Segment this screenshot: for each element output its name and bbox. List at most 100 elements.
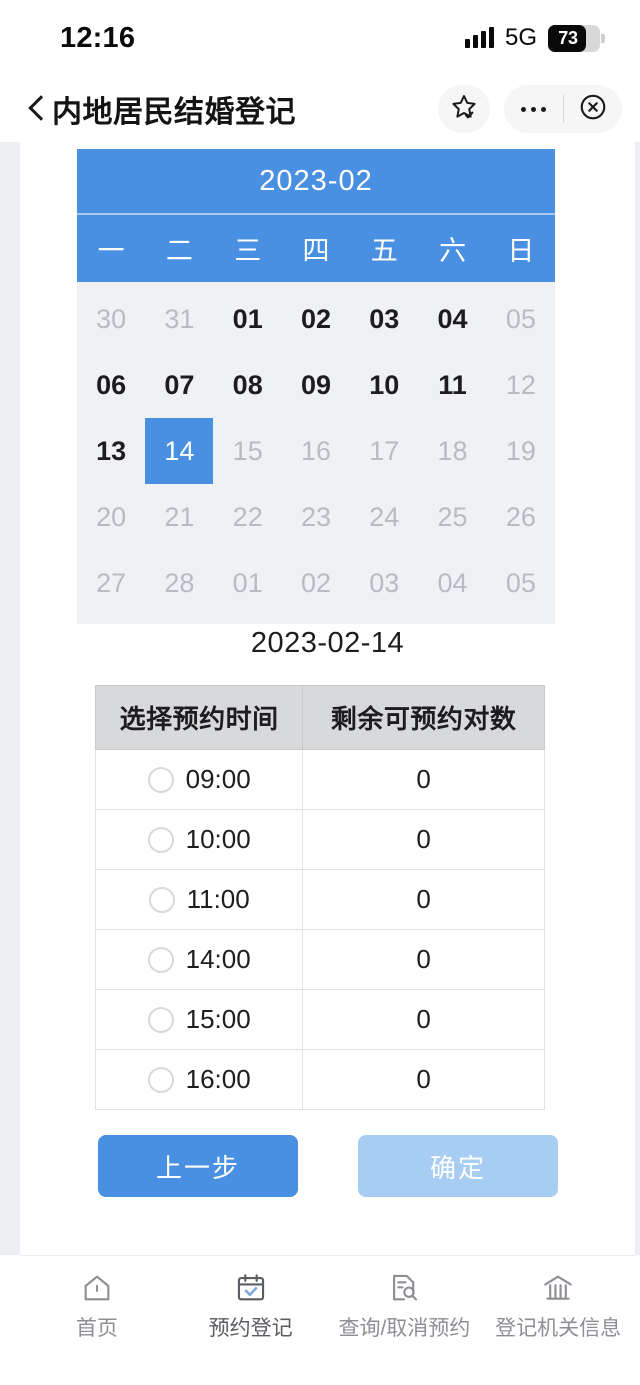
calendar-day-label: 03 (369, 303, 400, 334)
table-row[interactable]: 10:00 0 (94, 809, 545, 870)
table-row[interactable]: 09:00 0 (94, 749, 545, 810)
calendar-day-22: 22 (214, 484, 282, 550)
more-button[interactable] (504, 85, 563, 133)
calendar-week-row: 30 31 01 02 03 04 05 (77, 286, 555, 352)
calendar-day-01: 01 (214, 550, 282, 616)
confirm-button[interactable]: 确定 (358, 1135, 558, 1197)
calendar-day-01[interactable]: 01 (214, 286, 282, 352)
calendar-day-label: 27 (96, 567, 127, 598)
calendar-week-row: 27 28 01 02 03 04 05 (77, 550, 555, 616)
battery-icon: 73 (548, 24, 605, 52)
calendar-day-label: 13 (96, 435, 127, 466)
calendar-day-05: 05 (487, 550, 555, 616)
weekday-tue: 二 (165, 236, 193, 266)
weekday-wed: 三 (234, 236, 262, 266)
calendar-day-07[interactable]: 07 (145, 352, 213, 418)
radio-button-icon[interactable] (147, 826, 174, 853)
table-header-row: 选择预约时间 剩余可预约对数 (94, 685, 545, 750)
radio-button-icon[interactable] (148, 886, 175, 913)
time-slot-cell[interactable]: 14:00 (94, 929, 304, 990)
weekday-sun: 日 (507, 236, 535, 266)
time-slot-cell[interactable]: 09:00 (94, 749, 304, 810)
calendar-day-label: 17 (369, 435, 400, 466)
radio-button-icon[interactable] (147, 766, 174, 793)
tab-institution[interactable]: 登记机关信息 (481, 1270, 635, 1342)
calendar-weekday-header: 一 二 三 四 五 六 日 (77, 215, 555, 282)
time-slot-cell[interactable]: 10:00 (94, 809, 304, 870)
calendar-day-label: 16 (300, 435, 332, 466)
calendar-week-row: 20 21 22 23 24 25 26 (77, 484, 555, 550)
back-chevron-icon[interactable] (24, 92, 50, 126)
right-edge-strip (635, 142, 640, 1255)
calendar-day-02[interactable]: 02 (282, 286, 350, 352)
calendar-day-label: 19 (505, 435, 536, 466)
calendar-day-label: 18 (437, 435, 468, 466)
calendar-day-label: 04 (437, 303, 468, 334)
calendar-week-row: 13 14 15 16 17 18 19 (77, 418, 555, 484)
status-time: 12:16 (60, 21, 136, 54)
nav-more-close-group (504, 85, 622, 133)
page-content: 2023-02 一 二 三 四 五 六 日 30 31 01 02 03 04 05 06 07… (20, 142, 635, 1255)
tab-calendar-check[interactable]: 预约登记 (174, 1270, 328, 1342)
weekday-sat: 六 (439, 236, 467, 266)
calendar-month-title: 2023-02 (77, 149, 555, 215)
calendar-day-25: 25 (418, 484, 486, 550)
calendar-day-label: 02 (300, 567, 332, 598)
calendar-day-14[interactable]: 14 (145, 418, 213, 484)
favorite-button[interactable] (438, 85, 490, 133)
calendar-day-04[interactable]: 04 (418, 286, 486, 352)
calendar-day-13[interactable]: 13 (77, 418, 145, 484)
close-circle-icon (578, 92, 608, 127)
time-slot-label: 11:00 (186, 884, 250, 914)
time-slot-label: 16:00 (185, 1064, 251, 1094)
calendar-day-label: 14 (164, 435, 195, 466)
time-slot-cell[interactable]: 15:00 (94, 989, 304, 1050)
app-nav-bar: 内地居民结婚登记 (0, 76, 640, 142)
calendar-day-06[interactable]: 06 (77, 352, 145, 418)
radio-button-icon[interactable] (147, 1006, 174, 1033)
close-button[interactable] (563, 85, 622, 133)
previous-step-button[interactable]: 上一步 (98, 1135, 298, 1197)
time-slot-label: 09:00 (185, 764, 251, 794)
calendar-day-27: 27 (77, 550, 145, 616)
calendar-day-08[interactable]: 08 (214, 352, 282, 418)
table-row[interactable]: 16:00 0 (94, 1049, 545, 1110)
document-search-icon (386, 1270, 422, 1306)
time-slot-table: 选择预约时间 剩余可预约对数 09:00 0 10:00 0 11:00 0 14:00 0 1… (94, 685, 545, 1110)
time-slot-label: 14:00 (185, 944, 251, 974)
calendar-day-03[interactable]: 03 (350, 286, 418, 352)
table-row[interactable]: 14:00 0 (94, 929, 545, 990)
tab-label: 登记机关信息 (495, 1317, 622, 1340)
calendar-day-16: 16 (282, 418, 350, 484)
calendar-day-09[interactable]: 09 (282, 352, 350, 418)
time-slot-cell[interactable]: 16:00 (94, 1049, 304, 1110)
calendar-day-15: 15 (214, 418, 282, 484)
table-row[interactable]: 11:00 0 (94, 869, 545, 930)
home-icon (79, 1270, 115, 1306)
time-slot-cell[interactable]: 11:00 (94, 869, 304, 930)
bottom-tab-bar: 首页 预约登记 查询/取消预约 登记机关信息 (20, 1255, 635, 1385)
calendar-day-23: 23 (282, 484, 350, 550)
table-row[interactable]: 15:00 0 (94, 989, 545, 1050)
tab-document-search[interactable]: 查询/取消预约 (328, 1270, 482, 1342)
calendar-day-label: 30 (96, 303, 127, 334)
column-header-time: 选择预约时间 (94, 685, 304, 750)
calendar-day-label: 08 (232, 369, 263, 400)
radio-button-icon[interactable] (147, 1066, 174, 1093)
weekday-mon: 一 (97, 236, 125, 266)
calendar-day-17: 17 (350, 418, 418, 484)
calendar-day-10[interactable]: 10 (350, 352, 418, 418)
calendar-day-02: 02 (282, 550, 350, 616)
calendar-day-11[interactable]: 11 (418, 352, 486, 418)
calendar-day-label: 20 (96, 501, 127, 532)
calendar-day-label: 22 (232, 501, 263, 532)
tab-home[interactable]: 首页 (20, 1270, 174, 1342)
left-edge-strip (0, 142, 20, 1255)
remaining-count-cell: 0 (302, 1049, 545, 1110)
calendar-day-label: 23 (300, 501, 332, 532)
action-button-row: 上一步 确定 (98, 1135, 558, 1197)
status-bar: 12:16 5G 73 (0, 0, 640, 76)
calendar-day-label: 21 (164, 501, 195, 532)
radio-button-icon[interactable] (147, 946, 174, 973)
calendar-day-21: 21 (145, 484, 213, 550)
